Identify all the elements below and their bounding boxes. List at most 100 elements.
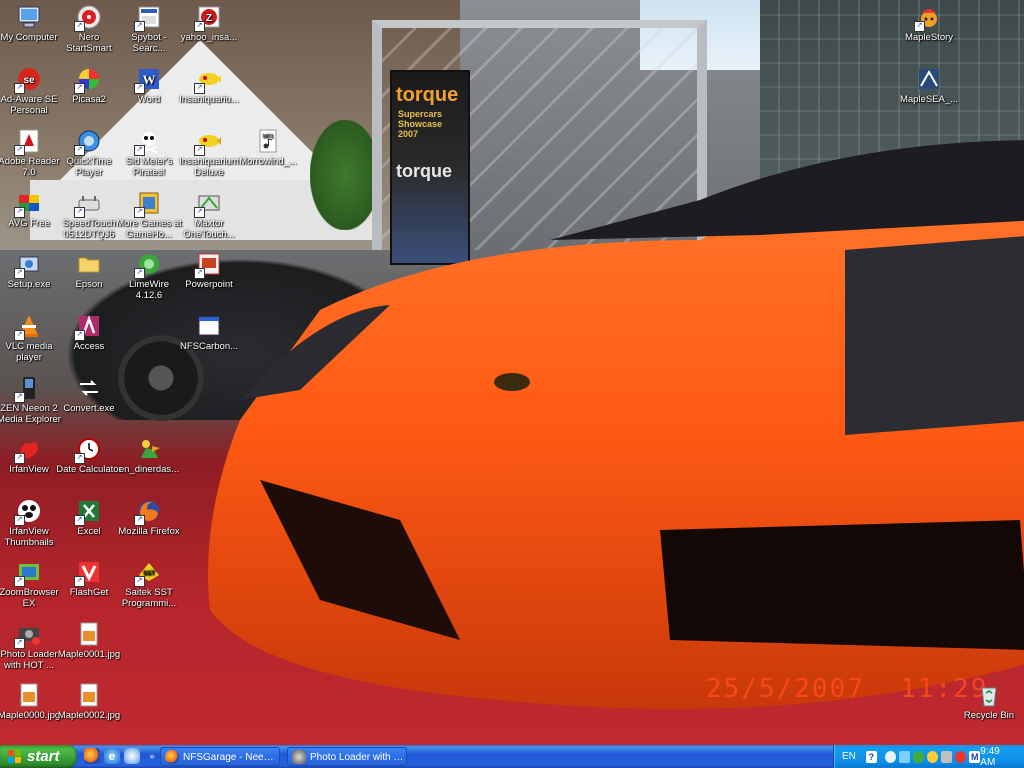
desktop-icon-morrowind[interactable]: MP3 Morrowind_...	[234, 126, 302, 167]
start-button[interactable]: start	[0, 745, 77, 768]
antivirus-icon[interactable]	[927, 750, 939, 763]
security-shield-icon[interactable]	[913, 750, 925, 763]
desktop-icon-label: MapleStory	[904, 32, 954, 43]
desktop-icon-maplesea[interactable]: MapleSEA_...	[895, 64, 963, 105]
media-player-icon[interactable]	[124, 748, 140, 764]
folder-icon	[76, 251, 102, 277]
shortcut-arrow-icon: ↗	[134, 21, 145, 32]
access-icon: ↗	[74, 313, 102, 341]
shortcut-arrow-icon: ↗	[74, 576, 85, 587]
desktop-icon-yahoo-insa[interactable]: Z ↗ yahoo_insa...	[175, 2, 243, 43]
shortcut-arrow-icon: ↗	[194, 83, 205, 94]
desktop-icon-label: Access	[73, 341, 105, 352]
desktop-icon-spybot-searc[interactable]: ↗ Spybot - Searc...	[115, 2, 183, 54]
desktop-icon-sid-meier-s-pirates[interactable]: ↗ Sid Meier's Pirates!	[115, 126, 183, 178]
desktop-icon-label: AVG Free	[8, 218, 50, 229]
desktop-icon-insaniquariu[interactable]: ↗ Insaniquariu...	[175, 64, 243, 105]
desktop-icon-maple0001-jpg[interactable]: Maple0001.jpg	[55, 619, 123, 660]
desktop-icon-access[interactable]: ↗ Access	[55, 311, 123, 352]
desktop-icon-en-dinerdas[interactable]: en_dinerdas...	[115, 434, 183, 475]
desktop-icon-maplestory[interactable]: ↗ MapleStory	[895, 2, 963, 43]
shortcut-arrow-icon: ↗	[14, 392, 25, 403]
task-button-photo-loader[interactable]: Photo Loader with H...	[287, 747, 407, 766]
dinerdash-icon	[136, 436, 162, 462]
desktop-icon-nero-startsmart[interactable]: ↗ Nero StartSmart	[55, 2, 123, 54]
network-icon[interactable]	[899, 750, 911, 763]
msn-icon[interactable]: M	[969, 750, 981, 763]
shortcut-arrow-icon: ↗	[74, 453, 85, 464]
desktop-icon-zen-neeon-2-media-explorer[interactable]: ↗ ZEN Neeon 2 Media Explorer	[0, 373, 63, 425]
desktop-icon-label: Setup.exe	[7, 279, 51, 290]
desktop-icon-photo-loader-with-hot[interactable]: ↗ Photo Loader with HOT ...	[0, 619, 63, 671]
volume-icon[interactable]	[941, 750, 953, 763]
ad-aware-icon: se ↗	[14, 66, 42, 94]
desktop-icon-adobe-reader-7-0[interactable]: ↗ Adobe Reader 7.0	[0, 126, 63, 178]
taskbar: start e » NFSGarage - Need Fo... Photo L…	[0, 745, 1024, 768]
firefox-icon[interactable]	[84, 748, 100, 764]
start-label: start	[27, 748, 60, 765]
desktop-icon-vlc-media-player[interactable]: ↗ VLC media player	[0, 311, 63, 363]
desktop-icon-my-computer[interactable]: My Computer	[0, 2, 63, 43]
desktop-icon-recycle-bin[interactable]: Recycle Bin	[955, 680, 1023, 721]
ie-icon[interactable]: e	[104, 748, 120, 764]
photo-loader-icon	[292, 750, 306, 764]
desktop-icon-zoombrowser-ex[interactable]: ↗ ZoomBrowser EX	[0, 557, 63, 609]
desktop-icon-saitek-sst-programmi[interactable]: SST ↗ Saitek SST Programmi...	[115, 557, 183, 609]
firefox-icon	[165, 750, 179, 764]
messenger-icon[interactable]	[955, 750, 967, 763]
desktop-icon-label: Maple0000.jpg	[0, 710, 61, 721]
desktop-icon-maple0002-jpg[interactable]: Maple0002.jpg	[55, 680, 123, 721]
shortcut-arrow-icon: ↗	[194, 268, 205, 279]
desktop-icon-limewire-4-12-6[interactable]: ↗ LimeWire 4.12.6	[115, 249, 183, 301]
desktop-icon-nfscarbon[interactable]: NFSCarbon...	[175, 311, 243, 352]
shortcut-arrow-icon: ↗	[14, 207, 25, 218]
shortcut-arrow-icon: ↗	[134, 515, 145, 526]
desktop-icon-label: yahoo_insa...	[180, 32, 238, 43]
limewire-icon: ↗	[134, 251, 162, 279]
shortcut-arrow-icon: ↗	[14, 268, 25, 279]
back-arrow-icon[interactable]	[884, 750, 896, 763]
help-icon[interactable]: ?	[865, 750, 877, 763]
photo-date-stamp: 25/5/2007 11:29	[706, 674, 988, 704]
maplestory-icon: ↗	[914, 4, 942, 32]
desktop-icon-flashget[interactable]: ↗ FlashGet	[55, 557, 123, 598]
desktop-icon-quicktime-player[interactable]: ↗ QuickTime Player	[55, 126, 123, 178]
shortcut-arrow-icon: ↗	[74, 83, 85, 94]
desktop-wallpaper: torque Supercars Showcase 2007 torque 25…	[0, 0, 1024, 745]
desktop-icon-picasa2[interactable]: ↗ Picasa2	[55, 64, 123, 105]
shortcut-arrow-icon: ↗	[14, 576, 25, 587]
desktop-icon-ad-aware-se-personal[interactable]: se ↗ Ad-Aware SE Personal	[0, 64, 63, 116]
language-indicator[interactable]: EN	[842, 751, 856, 762]
system-clock[interactable]: 9:49 AM	[980, 746, 1014, 768]
banner-title: torque	[396, 84, 459, 106]
desktop-icon-word[interactable]: W ↗ Word	[115, 64, 183, 105]
desktop-icon-maxtor-onetouch[interactable]: ↗ Maxtor OneTouch...	[175, 188, 243, 240]
window-icon	[196, 313, 222, 339]
desktop-icon-powerpoint[interactable]: ↗ Powerpoint	[175, 249, 243, 290]
desktop-icon-label: Excel	[77, 526, 101, 537]
desktop-icon-avg-free[interactable]: ↗ AVG Free	[0, 188, 63, 229]
desktop-icon-label: My Computer	[0, 32, 58, 43]
desktop-icon-label: FlashGet	[69, 587, 109, 598]
shortcut-arrow-icon: ↗	[194, 21, 205, 32]
shortcut-arrow-icon: ↗	[14, 83, 25, 94]
desktop-icon-maple0000-jpg[interactable]: Maple0000.jpg	[0, 680, 63, 721]
expand-icon[interactable]: »	[144, 748, 160, 764]
desktop-icon-setup-exe[interactable]: ↗ Setup.exe	[0, 249, 63, 290]
desktop-icon-mozilla-firefox[interactable]: ↗ Mozilla Firefox	[115, 496, 183, 537]
desktop-icon-epson[interactable]: Epson	[55, 249, 123, 290]
desktop-icon-excel[interactable]: ↗ Excel	[55, 496, 123, 537]
desktop-icon-label: en_dinerdas...	[118, 464, 180, 475]
desktop-icon-irfanview[interactable]: ↗ IrfanView	[0, 434, 63, 475]
desktop-icon-insaniquarium-deluxe[interactable]: ↗ Insaniquarium Deluxe	[175, 126, 243, 178]
desktop-icon-label: Date Calculator	[56, 464, 122, 475]
task-button-nfsgarage[interactable]: NFSGarage - Need Fo...	[160, 747, 280, 766]
shortcut-arrow-icon: ↗	[134, 145, 145, 156]
desktop-icon-convert-exe[interactable]: Convert.exe	[55, 373, 123, 414]
desktop-icon-more-games-at-gameho[interactable]: ↗ More Games at GameHo...	[115, 188, 183, 240]
desktop-icon-date-calculator[interactable]: ↗ Date Calculator	[55, 434, 123, 475]
desktop-icon-irfanview-thumbnails[interactable]: ↗ IrfanView Thumbnails	[0, 496, 63, 548]
desktop-icon-speedtouch-0512dtqj6[interactable]: ↗ SpeedTouch 0512DTQJ6	[55, 188, 123, 240]
firefox-icon: ↗	[134, 498, 162, 526]
desktop-icon-label: Morrowind_...	[239, 156, 297, 167]
